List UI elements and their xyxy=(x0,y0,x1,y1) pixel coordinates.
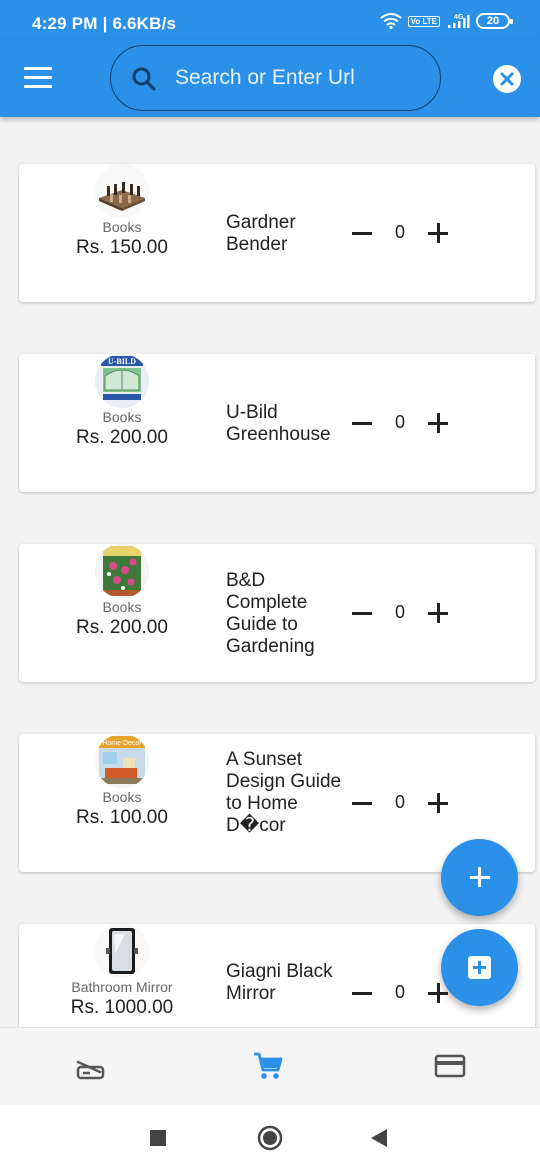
product-category: Books xyxy=(102,409,142,425)
home-decor-book-thumbnail: Home Decor xyxy=(95,734,149,788)
quantity-value: 0 xyxy=(394,792,405,812)
chess-board-thumbnail xyxy=(95,164,149,218)
mirror-thumbnail xyxy=(95,924,149,978)
add-box-icon xyxy=(468,956,491,979)
add-box-fab-button[interactable] xyxy=(441,929,518,1006)
scanner-icon[interactable] xyxy=(74,1050,106,1082)
volte-badge: Vo LTE xyxy=(407,15,440,27)
product-name: A Sunset Design Guide to Home D�cor xyxy=(226,749,342,836)
greenhouse-book-thumbnail: U-BILD xyxy=(95,354,149,408)
search-input[interactable] xyxy=(175,46,425,109)
search-box[interactable] xyxy=(110,45,441,111)
product-price: Rs. 150.00 xyxy=(76,237,168,258)
system-navigation-bar xyxy=(0,1105,540,1170)
quantity-value: 0 xyxy=(394,412,405,432)
product-card[interactable]: Books Rs. 200.00 B&D Complete Guide to G… xyxy=(19,544,535,682)
gardening-book-thumbnail xyxy=(95,544,149,598)
product-price: Rs. 200.00 xyxy=(76,427,168,448)
decrease-quantity-button[interactable] xyxy=(349,411,375,435)
thumbnail-title: U-BILD xyxy=(108,357,136,366)
product-name: U-Bild Greenhouse xyxy=(226,402,331,445)
product-card[interactable]: Books Rs. 150.00 Gardner Bender 0 xyxy=(19,164,535,302)
status-bar: 4:29 PM | 6.6KB/s Vo LTE 4G 20 xyxy=(0,0,540,40)
product-category: Books xyxy=(102,599,142,615)
product-name: Gardner Bender xyxy=(226,212,296,255)
product-price: Rs. 1000.00 xyxy=(70,997,174,1018)
decrease-quantity-button[interactable] xyxy=(349,601,375,625)
status-time-speed: 4:29 PM | 6.6KB/s xyxy=(32,14,177,33)
menu-icon[interactable] xyxy=(24,67,52,89)
signal-icon: 4G xyxy=(446,13,470,29)
product-name: Giagni Black Mirror xyxy=(226,961,333,1004)
product-category: Books xyxy=(102,789,142,805)
increase-quantity-button[interactable] xyxy=(425,791,451,817)
network-type-label: 4G xyxy=(454,14,464,21)
wifi-icon xyxy=(380,13,402,29)
product-price: Rs. 100.00 xyxy=(76,807,168,828)
back-icon[interactable] xyxy=(370,1128,388,1153)
add-fab-button[interactable] xyxy=(441,839,518,916)
product-name: B&D Complete Guide to Gardening xyxy=(226,570,315,657)
increase-quantity-button[interactable] xyxy=(425,411,451,437)
increase-quantity-button[interactable] xyxy=(425,601,451,627)
quantity-value: 0 xyxy=(394,222,405,242)
search-icon xyxy=(131,66,157,97)
increase-quantity-button[interactable] xyxy=(425,221,451,247)
product-price: Rs. 200.00 xyxy=(76,617,168,638)
quantity-value: 0 xyxy=(394,602,405,622)
quantity-value: 0 xyxy=(394,982,405,1002)
decrease-quantity-button[interactable] xyxy=(349,981,375,1005)
product-category: Books xyxy=(102,219,142,235)
home-icon[interactable] xyxy=(257,1125,283,1156)
thumbnail-title: Home Decor xyxy=(102,740,142,747)
bottom-navigation xyxy=(0,1027,540,1105)
status-icons: Vo LTE 4G 20 xyxy=(380,13,513,29)
battery-icon: 20 xyxy=(476,13,513,29)
product-category: Bathroom Mirror xyxy=(71,979,173,995)
app-bar xyxy=(0,40,540,117)
decrease-quantity-button[interactable] xyxy=(349,791,375,815)
recent-apps-icon[interactable] xyxy=(149,1129,167,1152)
cart-icon[interactable] xyxy=(252,1050,284,1082)
product-card[interactable]: U-BILD Books Rs. 200.00 U-Bild Greenhous… xyxy=(19,354,535,492)
decrease-quantity-button[interactable] xyxy=(349,221,375,245)
clear-search-icon[interactable] xyxy=(493,65,521,93)
credit-card-icon[interactable] xyxy=(434,1050,466,1082)
